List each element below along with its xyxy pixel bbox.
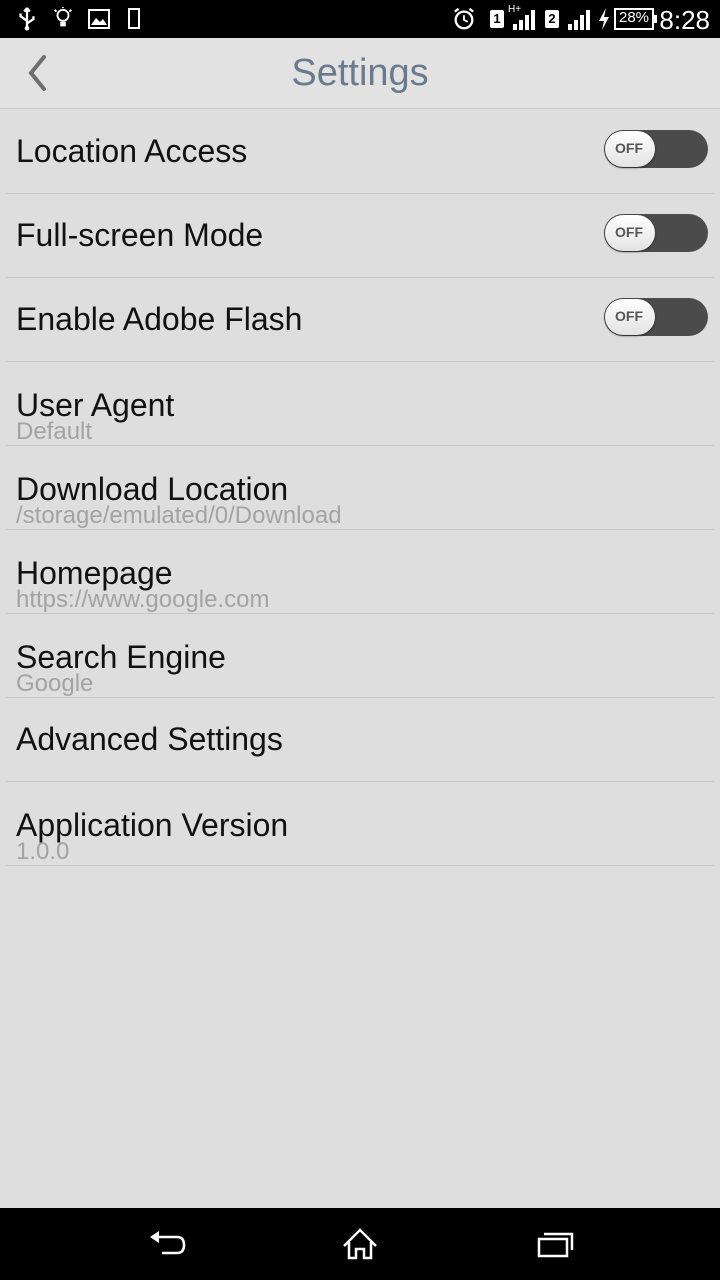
setting-value: 1.0.0 [16, 838, 70, 865]
setting-value: https://www.google.com [16, 586, 270, 613]
setting-fullscreen-mode[interactable]: Full-screen Mode OFF [6, 194, 714, 278]
app-header: Settings [0, 38, 720, 109]
signal-icon [568, 10, 590, 30]
setting-user-agent[interactable]: User Agent Default [6, 362, 714, 446]
toggle-state: OFF [615, 308, 643, 324]
sim1-indicator: 1 [490, 10, 504, 28]
page-title: Settings [291, 52, 429, 94]
setting-value: /storage/emulated/0/Download [16, 502, 342, 529]
battery-percent: 28% [619, 9, 650, 26]
setting-app-version[interactable]: Application Version 1.0.0 [6, 782, 714, 866]
setting-value: Default [16, 418, 93, 445]
setting-label: Full-screen Mode [16, 217, 264, 253]
toggle-state: OFF [615, 140, 643, 156]
setting-label: Advanced Settings [16, 721, 283, 757]
setting-value: Google [16, 670, 94, 697]
settings-list: Location Access OFF Full-screen Mode OFF… [0, 110, 720, 866]
sim2-indicator: 2 [545, 10, 559, 28]
lightbulb-icon [54, 7, 72, 27]
location-access-toggle[interactable]: OFF [604, 130, 708, 168]
setting-label: Location Access [16, 133, 248, 169]
charging-icon [599, 8, 609, 30]
signal-icon [513, 10, 535, 30]
fullscreen-mode-toggle[interactable]: OFF [604, 214, 708, 252]
usb-icon [19, 7, 35, 31]
toggle-state: OFF [615, 224, 643, 240]
navigation-bar [0, 1208, 720, 1280]
home-icon [343, 1228, 377, 1260]
nav-back-button[interactable] [136, 1224, 196, 1264]
setting-download-location[interactable]: Download Location /storage/emulated/0/Do… [6, 446, 714, 530]
clock: 8:28 [659, 5, 710, 35]
phone-icon [128, 8, 140, 29]
adobe-flash-toggle[interactable]: OFF [604, 298, 708, 336]
nav-recents-button[interactable] [524, 1224, 584, 1264]
setting-location-access[interactable]: Location Access OFF [6, 110, 714, 194]
recents-icon [537, 1232, 574, 1258]
setting-adobe-flash[interactable]: Enable Adobe Flash OFF [6, 278, 714, 362]
nav-home-button[interactable] [330, 1224, 390, 1264]
setting-advanced[interactable]: Advanced Settings [6, 698, 714, 782]
status-bar: 1 H+ 2 28% 8:28 [0, 0, 720, 38]
back-icon [150, 1231, 186, 1255]
image-icon [88, 9, 110, 29]
setting-search-engine[interactable]: Search Engine Google [6, 614, 714, 698]
alarm-icon [454, 7, 474, 30]
setting-homepage[interactable]: Homepage https://www.google.com [6, 530, 714, 614]
setting-label: Enable Adobe Flash [16, 301, 303, 337]
